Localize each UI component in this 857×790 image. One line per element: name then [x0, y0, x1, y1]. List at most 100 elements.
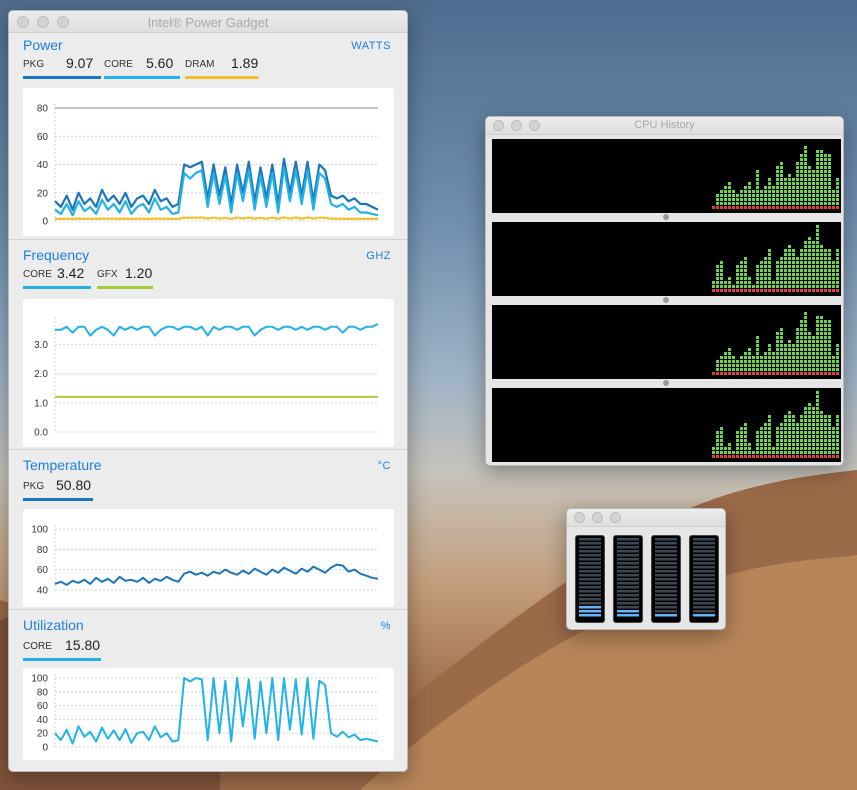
history-cell: [744, 364, 747, 367]
history-cell: [780, 332, 783, 335]
history-cell: [828, 443, 831, 446]
history-cell: [788, 372, 791, 375]
history-cell: [808, 186, 811, 189]
history-cell: [792, 368, 795, 371]
history-cell: [808, 178, 811, 181]
history-cell: [784, 257, 787, 260]
history-cell: [768, 415, 771, 418]
history-cell: [832, 206, 835, 209]
history-cell: [756, 447, 759, 450]
history-cell: [836, 190, 839, 193]
cpu-history-titlebar[interactable]: CPU History: [486, 117, 843, 135]
history-cell: [796, 332, 799, 335]
history-cell: [812, 178, 815, 181]
cpu-usage-meter: [689, 535, 719, 623]
cpu-usage-titlebar[interactable]: [567, 509, 725, 527]
history-cell: [756, 182, 759, 185]
history-cell: [836, 352, 839, 355]
history-cell: [724, 289, 727, 292]
meter-segment: [655, 566, 677, 569]
history-cell: [768, 273, 771, 276]
history-cell: [756, 194, 759, 197]
history-cell: [744, 451, 747, 454]
history-cell: [772, 356, 775, 359]
history-cell: [820, 451, 823, 454]
history-cell: [832, 265, 835, 268]
history-cell: [740, 368, 743, 371]
utilization-unit: %: [380, 620, 391, 632]
panel-splitter[interactable]: [663, 297, 669, 303]
minimize-button[interactable]: [592, 512, 603, 523]
history-cell: [808, 245, 811, 248]
history-cell: [800, 194, 803, 197]
history-cell: [780, 372, 783, 375]
history-cell: [724, 368, 727, 371]
history-cell: [820, 245, 823, 248]
history-cell: [776, 336, 779, 339]
meter-segment: [617, 602, 639, 605]
history-cell: [800, 324, 803, 327]
history-cell: [780, 265, 783, 268]
history-cell: [784, 427, 787, 430]
gadget-titlebar[interactable]: Intel® Power Gadget: [9, 11, 407, 33]
section-divider: [9, 449, 407, 450]
frequency-title: Frequency: [23, 247, 90, 263]
history-cell: [828, 348, 831, 351]
history-cell: [816, 229, 819, 232]
history-cell: [756, 340, 759, 343]
history-cell: [752, 451, 755, 454]
history-cell: [768, 348, 771, 351]
temperature-chart-y-ticks: 100 80 60 40: [31, 525, 48, 597]
history-cell: [764, 285, 767, 288]
history-cell: [820, 411, 823, 414]
history-cell: [784, 190, 787, 193]
history-cell: [788, 447, 791, 450]
history-cell: [776, 261, 779, 264]
history-cell: [808, 443, 811, 446]
history-cell: [816, 249, 819, 252]
meter-segment: [579, 602, 601, 605]
history-cell: [764, 427, 767, 430]
history-cell: [716, 364, 719, 367]
history-cell: [800, 364, 803, 367]
panel-splitter[interactable]: [663, 214, 669, 220]
history-cell: [724, 190, 727, 193]
panel-splitter[interactable]: [663, 380, 669, 386]
history-cell: [812, 285, 815, 288]
history-cell: [796, 340, 799, 343]
history-cell: [796, 368, 799, 371]
history-cell: [820, 253, 823, 256]
history-cell: [800, 285, 803, 288]
meter-segment: [617, 570, 639, 573]
history-cell: [824, 427, 827, 430]
history-cell: [788, 411, 791, 414]
cpu-usage-meter: [613, 535, 643, 623]
history-cell: [800, 289, 803, 292]
history-cell: [820, 360, 823, 363]
history-cell: [824, 277, 827, 280]
history-cell: [804, 146, 807, 149]
history-cell: [796, 356, 799, 359]
zoom-button[interactable]: [610, 512, 621, 523]
close-button[interactable]: [574, 512, 585, 523]
history-cell: [796, 364, 799, 367]
history-cell: [828, 190, 831, 193]
history-cell: [800, 174, 803, 177]
history-cell: [812, 206, 815, 209]
history-cell: [796, 328, 799, 331]
history-cell: [836, 261, 839, 264]
history-cell: [788, 356, 791, 359]
history-cell: [736, 277, 739, 280]
history-cell: [788, 253, 791, 256]
history-cell: [724, 360, 727, 363]
history-cell: [836, 273, 839, 276]
history-cell: [780, 455, 783, 458]
history-cell: [788, 206, 791, 209]
history-cell: [800, 265, 803, 268]
meter-segment: [617, 546, 639, 549]
history-cell: [744, 427, 747, 430]
meter-segment: [579, 558, 601, 561]
history-cell: [820, 178, 823, 181]
history-cell: [780, 435, 783, 438]
history-cell: [808, 344, 811, 347]
